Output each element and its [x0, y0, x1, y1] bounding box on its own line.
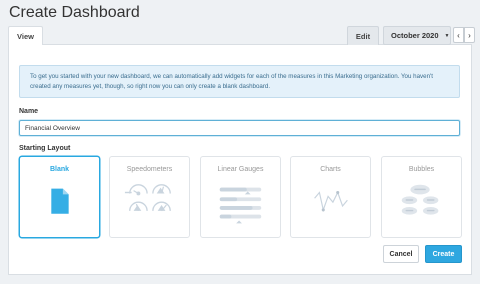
dashboard-name-value: Financial Overview: [25, 124, 80, 132]
layout-options: Blank Speedometers Linear Gauges Charts …: [19, 156, 462, 238]
layout-card-speedometers[interactable]: Speedometers: [109, 156, 190, 238]
name-label: Name: [19, 108, 39, 115]
layout-card-label: Speedometers: [126, 166, 173, 173]
cancel-button[interactable]: Cancel: [383, 245, 419, 263]
tab-edit[interactable]: Edit: [347, 26, 379, 46]
layout-card-linear-gauges[interactable]: Linear Gauges: [200, 156, 281, 238]
layout-card-label: Blank: [49, 166, 70, 173]
tab-view[interactable]: View: [8, 26, 43, 46]
page-title: Create Dashboard: [9, 4, 140, 21]
starting-layout-label: Starting Layout: [19, 145, 71, 152]
create-button[interactable]: Create: [425, 245, 462, 263]
bubbles-icon: [382, 179, 461, 233]
next-month-button[interactable]: ›: [464, 27, 475, 43]
caret-down-icon: ▼: [444, 32, 450, 39]
layout-card-blank[interactable]: Blank: [19, 156, 100, 238]
layout-card-bubbles[interactable]: Bubbles: [381, 156, 462, 238]
previous-month-button[interactable]: ‹: [453, 27, 464, 43]
layout-card-label: Charts: [320, 166, 341, 173]
layout-card-label: Bubbles: [408, 166, 435, 173]
chevron-left-icon: ‹: [457, 30, 460, 40]
linear-gauge-icon: [201, 179, 280, 233]
tab-bar: View Edit October 2020 ▼ ‹ ›: [8, 26, 475, 46]
info-message: To get you started with your new dashboa…: [19, 65, 460, 98]
layout-card-charts[interactable]: Charts: [290, 156, 371, 238]
layout-card-label: Linear Gauges: [217, 166, 264, 173]
document-icon: [20, 179, 99, 233]
dashboard-name-input[interactable]: Financial Overview: [19, 120, 460, 136]
chevron-right-icon: ›: [468, 30, 471, 40]
speedometer-icon: [110, 179, 189, 233]
month-selector[interactable]: October 2020 ▼: [383, 26, 451, 45]
month-selector-value: October 2020: [391, 31, 439, 40]
create-dashboard-panel: To get you started with your new dashboa…: [8, 45, 472, 275]
line-chart-icon: [291, 179, 370, 233]
